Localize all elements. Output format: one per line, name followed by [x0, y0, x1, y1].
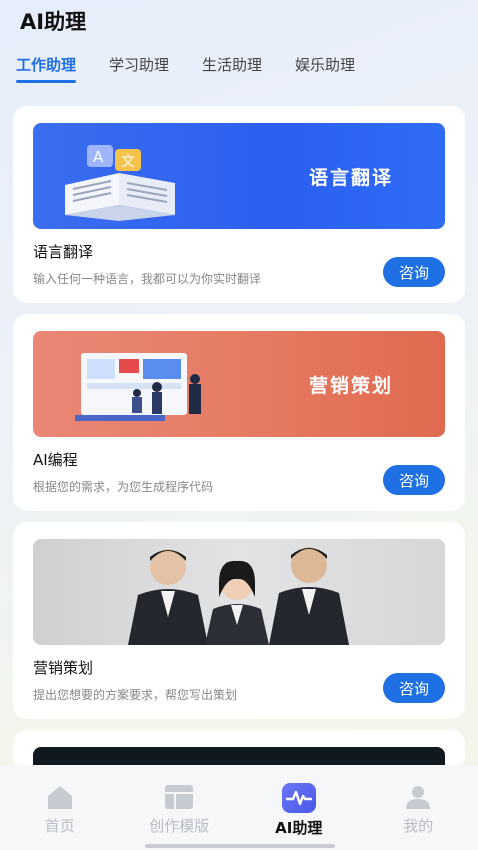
assistant-card-marketing[interactable]: 营销策划 提出您想要的方案要求，帮您写出策划 咨询 — [13, 522, 465, 719]
card-description: 根据您的需求，为您生成程序代码 — [33, 480, 214, 494]
nav-item-ai-assistant[interactable]: AI助理 — [239, 765, 359, 850]
category-tabs: 工作助理 学习助理 生活助理 娱乐助理 — [16, 54, 388, 84]
nav-item-templates[interactable]: 创作模版 — [120, 765, 240, 850]
nav-item-home[interactable]: 首页 — [0, 765, 120, 850]
consult-button[interactable]: 咨询 — [383, 465, 445, 495]
bottom-navigation: 首页 创作模版 AI助理 我的 — [0, 765, 478, 850]
assistant-list: A 文 语言翻译 语言翻译 输入任何一种语言，我都可以为你实时翻译 咨询 营销策… — [13, 106, 465, 781]
consult-button[interactable]: 咨询 — [383, 257, 445, 287]
nav-label: AI助理 — [275, 819, 323, 837]
card-title: 语言翻译 — [33, 243, 94, 261]
pulse-icon — [281, 783, 316, 813]
nav-item-profile[interactable]: 我的 — [359, 765, 478, 850]
card-title: 营销策划 — [33, 659, 94, 677]
nav-label: 首页 — [44, 817, 75, 835]
assistant-card-translation[interactable]: A 文 语言翻译 语言翻译 输入任何一种语言，我都可以为你实时翻译 咨询 — [13, 106, 465, 303]
home-indicator — [145, 844, 335, 848]
banner-label: 营销策划 — [308, 375, 393, 397]
tab-entertainment[interactable]: 娱乐助理 — [295, 54, 355, 84]
template-icon — [164, 783, 194, 811]
svg-text:文: 文 — [121, 154, 135, 170]
tab-work[interactable]: 工作助理 — [16, 54, 77, 84]
home-icon — [45, 783, 75, 811]
profile-icon — [403, 783, 433, 811]
book-illustration-icon: A 文 — [65, 145, 175, 221]
assistant-card-partial[interactable] — [13, 730, 465, 770]
page-title: AI助理 — [20, 10, 87, 34]
banner-label: 语言翻译 — [308, 167, 393, 189]
card-description: 提出您想要的方案要求，帮您写出策划 — [33, 688, 238, 702]
consult-button[interactable]: 咨询 — [383, 673, 445, 703]
tab-study[interactable]: 学习助理 — [109, 54, 169, 84]
nav-label: 创作模版 — [149, 817, 210, 835]
card-title: AI编程 — [33, 451, 78, 469]
header: AI助理 工作助理 学习助理 生活助理 娱乐助理 — [0, 0, 478, 100]
banner-image — [33, 539, 445, 645]
banner-image: A 文 语言翻译 — [33, 123, 445, 229]
office-illustration-icon — [75, 353, 201, 421]
svg-text:A: A — [93, 148, 104, 166]
card-description: 输入任何一种语言，我都可以为你实时翻译 — [33, 272, 262, 286]
tab-life[interactable]: 生活助理 — [202, 54, 262, 84]
banner-image: 营销策划 — [33, 331, 445, 437]
business-people-photo-icon — [128, 547, 349, 645]
assistant-card-ai-programming[interactable]: 营销策划 AI编程 根据您的需求，为您生成程序代码 咨询 — [13, 314, 465, 511]
nav-label: 我的 — [403, 817, 434, 835]
